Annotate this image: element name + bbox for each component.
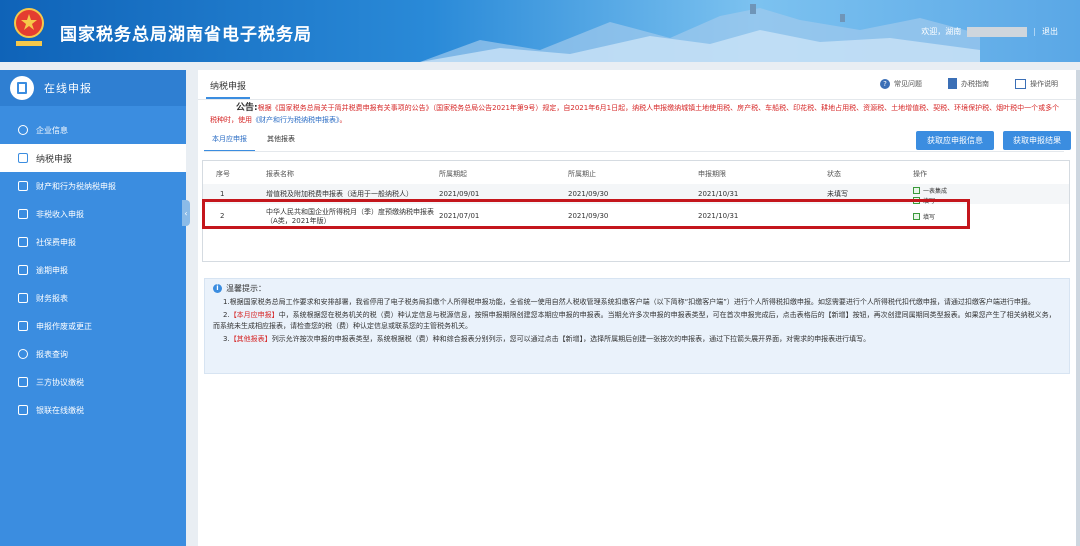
sidebar-item-label: 逾期申报 <box>36 265 68 275</box>
tips-header: i 温馨提示： <box>213 283 1061 294</box>
username-redacted <box>967 26 1028 37</box>
main-panel: 纳税申报 ? 常见问题 办税指南 操作说明 公告:根据《国家税务总局关于简并税费申… <box>198 70 1076 546</box>
site-title: 国家税务总局湖南省电子税务局 <box>60 25 312 45</box>
online-filing-icon <box>10 76 34 100</box>
sidebar-item-tax-filing[interactable]: 纳税申报 <box>0 144 186 172</box>
guide-label: 办税指南 <box>961 79 989 88</box>
faq-label: 常见问题 <box>894 79 922 88</box>
sidebar-item-label: 纳税申报 <box>36 154 73 165</box>
doc-icon <box>18 237 28 247</box>
doc-icon <box>18 209 28 219</box>
sidebar-item-label: 社保费申报 <box>36 237 76 247</box>
report-icon <box>18 293 28 303</box>
sidebar-item-void-or-correct[interactable]: 申报作废或更正 <box>0 312 186 340</box>
col-no: 序号 <box>216 170 230 178</box>
sidebar-item-tripartite-payment[interactable]: 三方协议缴税 <box>0 368 186 396</box>
announcement: 公告:根据《国家税务总局关于简并税费申报有关事项的公告》（国家税务总局公告202… <box>210 102 1060 126</box>
building-icon <box>18 125 28 135</box>
doc-icon <box>18 377 28 387</box>
table-header: 序号 报表名称 所属期起 所属期止 申报期限 状态 操作 <box>203 164 1069 184</box>
tip-3: 3.【其他报表】列示允许按次申报的申报表类型，系统根据税（费）种和综合报表分别列… <box>213 334 1061 345</box>
tip-2: 2.【本月应申报】中，系统根据您在税务机关的税（费）种认定信息与税源信息，按照申… <box>213 310 1061 332</box>
tax-emblem-icon <box>14 8 44 46</box>
doc-icon <box>18 321 28 331</box>
question-icon: ? <box>880 78 890 89</box>
announcement-end: 。 <box>339 116 347 124</box>
edit-icon <box>913 187 920 194</box>
sidebar-item-unionpay-payment[interactable]: 银联在线缴税 <box>0 396 186 424</box>
sidebar-title: 在线申报 <box>44 82 92 95</box>
col-name: 报表名称 <box>266 170 294 178</box>
top-banner: 国家税务总局湖南省电子税务局 欢迎，湖南 | 退出 <box>0 0 1080 62</box>
integrated-form-link[interactable]: 一表集成 <box>913 186 947 195</box>
main-topbar: 纳税申报 ? 常见问题 办税指南 操作说明 <box>198 70 1076 100</box>
sidebar-header: 在线申报 <box>0 70 186 106</box>
op-label: 一表集成 <box>923 188 948 195</box>
welcome-text: 欢迎，湖南 <box>921 27 962 36</box>
manual-link[interactable]: 操作说明 <box>1015 78 1058 89</box>
sidebar-item-label: 非税收入申报 <box>36 209 84 219</box>
info-icon: i <box>213 284 222 293</box>
doc-icon <box>18 405 28 415</box>
scrollbar-track[interactable] <box>1076 70 1080 546</box>
sidebar-item-label: 申报作废或更正 <box>36 321 92 331</box>
sub-tabs: 本月应申报 其他报表 <box>204 131 303 152</box>
book-icon <box>948 78 957 89</box>
sidebar-item-label: 财务报表 <box>36 293 68 303</box>
search-icon <box>18 349 28 359</box>
guide-link[interactable]: 办税指南 <box>948 78 989 89</box>
header-user-area: 欢迎，湖南 | 退出 <box>921 26 1058 37</box>
doc-icon <box>18 153 28 163</box>
help-links: ? 常见问题 办税指南 操作说明 <box>880 78 1058 89</box>
sidebar-item-overdue-filing[interactable]: 逾期申报 <box>0 256 186 284</box>
sidebar-item-social-security[interactable]: 社保费申报 <box>0 228 186 256</box>
tip-3-tag: 【其他报表】 <box>229 335 272 343</box>
sidebar-collapse-toggle[interactable]: ‹ <box>182 200 190 226</box>
subtab-divider <box>204 151 1064 152</box>
manual-label: 操作说明 <box>1030 79 1058 88</box>
sidebar-item-label: 企业信息 <box>36 125 68 135</box>
great-wall-illustration <box>420 4 980 62</box>
tip-3-num: 3. <box>223 335 230 343</box>
tip-2-num: 2. <box>223 311 230 319</box>
row-highlight-box <box>202 199 970 229</box>
sidebar-item-financial-statements[interactable]: 财务报表 <box>0 284 186 312</box>
col-ops: 操作 <box>913 170 927 178</box>
tips-box: i 温馨提示： 1.根据国家税务总局工作要求和安排部署，我省停用了电子税务局扣缴个… <box>204 278 1070 374</box>
sidebar-item-label: 银联在线缴税 <box>36 405 84 415</box>
header-separator: | <box>1033 27 1036 36</box>
tab-other-reports[interactable]: 其他报表 <box>259 131 303 152</box>
tip-3-text: 列示允许按次申报的申报表类型，系统根据税（费）种和综合报表分别列示，您可以通过点… <box>271 335 871 343</box>
announcement-link[interactable]: 《财产和行为税纳税申报表》 <box>252 116 340 124</box>
announcement-label: 公告: <box>236 103 258 113</box>
sidebar: 在线申报 企业信息 纳税申报 财产和行为税纳税申报 非税收入申报 社保费申报 逾… <box>0 70 186 546</box>
fetch-due-info-button[interactable]: 获取应申报信息 <box>916 131 994 150</box>
col-start: 所属期起 <box>439 170 467 178</box>
tab-current-month[interactable]: 本月应申报 <box>204 131 255 152</box>
sidebar-item-non-tax-income[interactable]: 非税收入申报 <box>0 200 186 228</box>
col-deadline: 申报期限 <box>698 170 726 178</box>
sidebar-item-label: 报表查询 <box>36 349 68 359</box>
tip-2-tag: 【本月应申报】 <box>229 311 279 319</box>
col-status: 状态 <box>827 170 841 178</box>
doc-icon <box>18 265 28 275</box>
tab-tax-filing[interactable]: 纳税申报 <box>206 79 251 99</box>
sidebar-item-label: 三方协议缴税 <box>36 377 84 387</box>
document-icon <box>1015 78 1026 89</box>
faq-link[interactable]: ? 常见问题 <box>880 78 922 89</box>
col-end: 所属期止 <box>568 170 596 178</box>
sidebar-item-enterprise-info[interactable]: 企业信息 <box>0 116 186 144</box>
tip-2-text: 中，系统根据您在税务机关的税（费）种认定信息与税源信息，按照申报期限创建您本期应… <box>213 311 1056 330</box>
sidebar-item-property-behavior-tax[interactable]: 财产和行为税纳税申报 <box>0 172 186 200</box>
doc-icon <box>18 181 28 191</box>
tip-1: 1.根据国家税务总局工作要求和安排部署，我省停用了电子税务局扣缴个人所得税申报功… <box>223 298 1035 306</box>
tips-title: 温馨提示： <box>226 284 266 293</box>
fetch-result-button[interactable]: 获取申报结果 <box>1003 131 1071 150</box>
logout-link[interactable]: 退出 <box>1042 26 1058 37</box>
sidebar-item-label: 财产和行为税纳税申报 <box>36 181 116 191</box>
sidebar-item-report-query[interactable]: 报表查询 <box>0 340 186 368</box>
